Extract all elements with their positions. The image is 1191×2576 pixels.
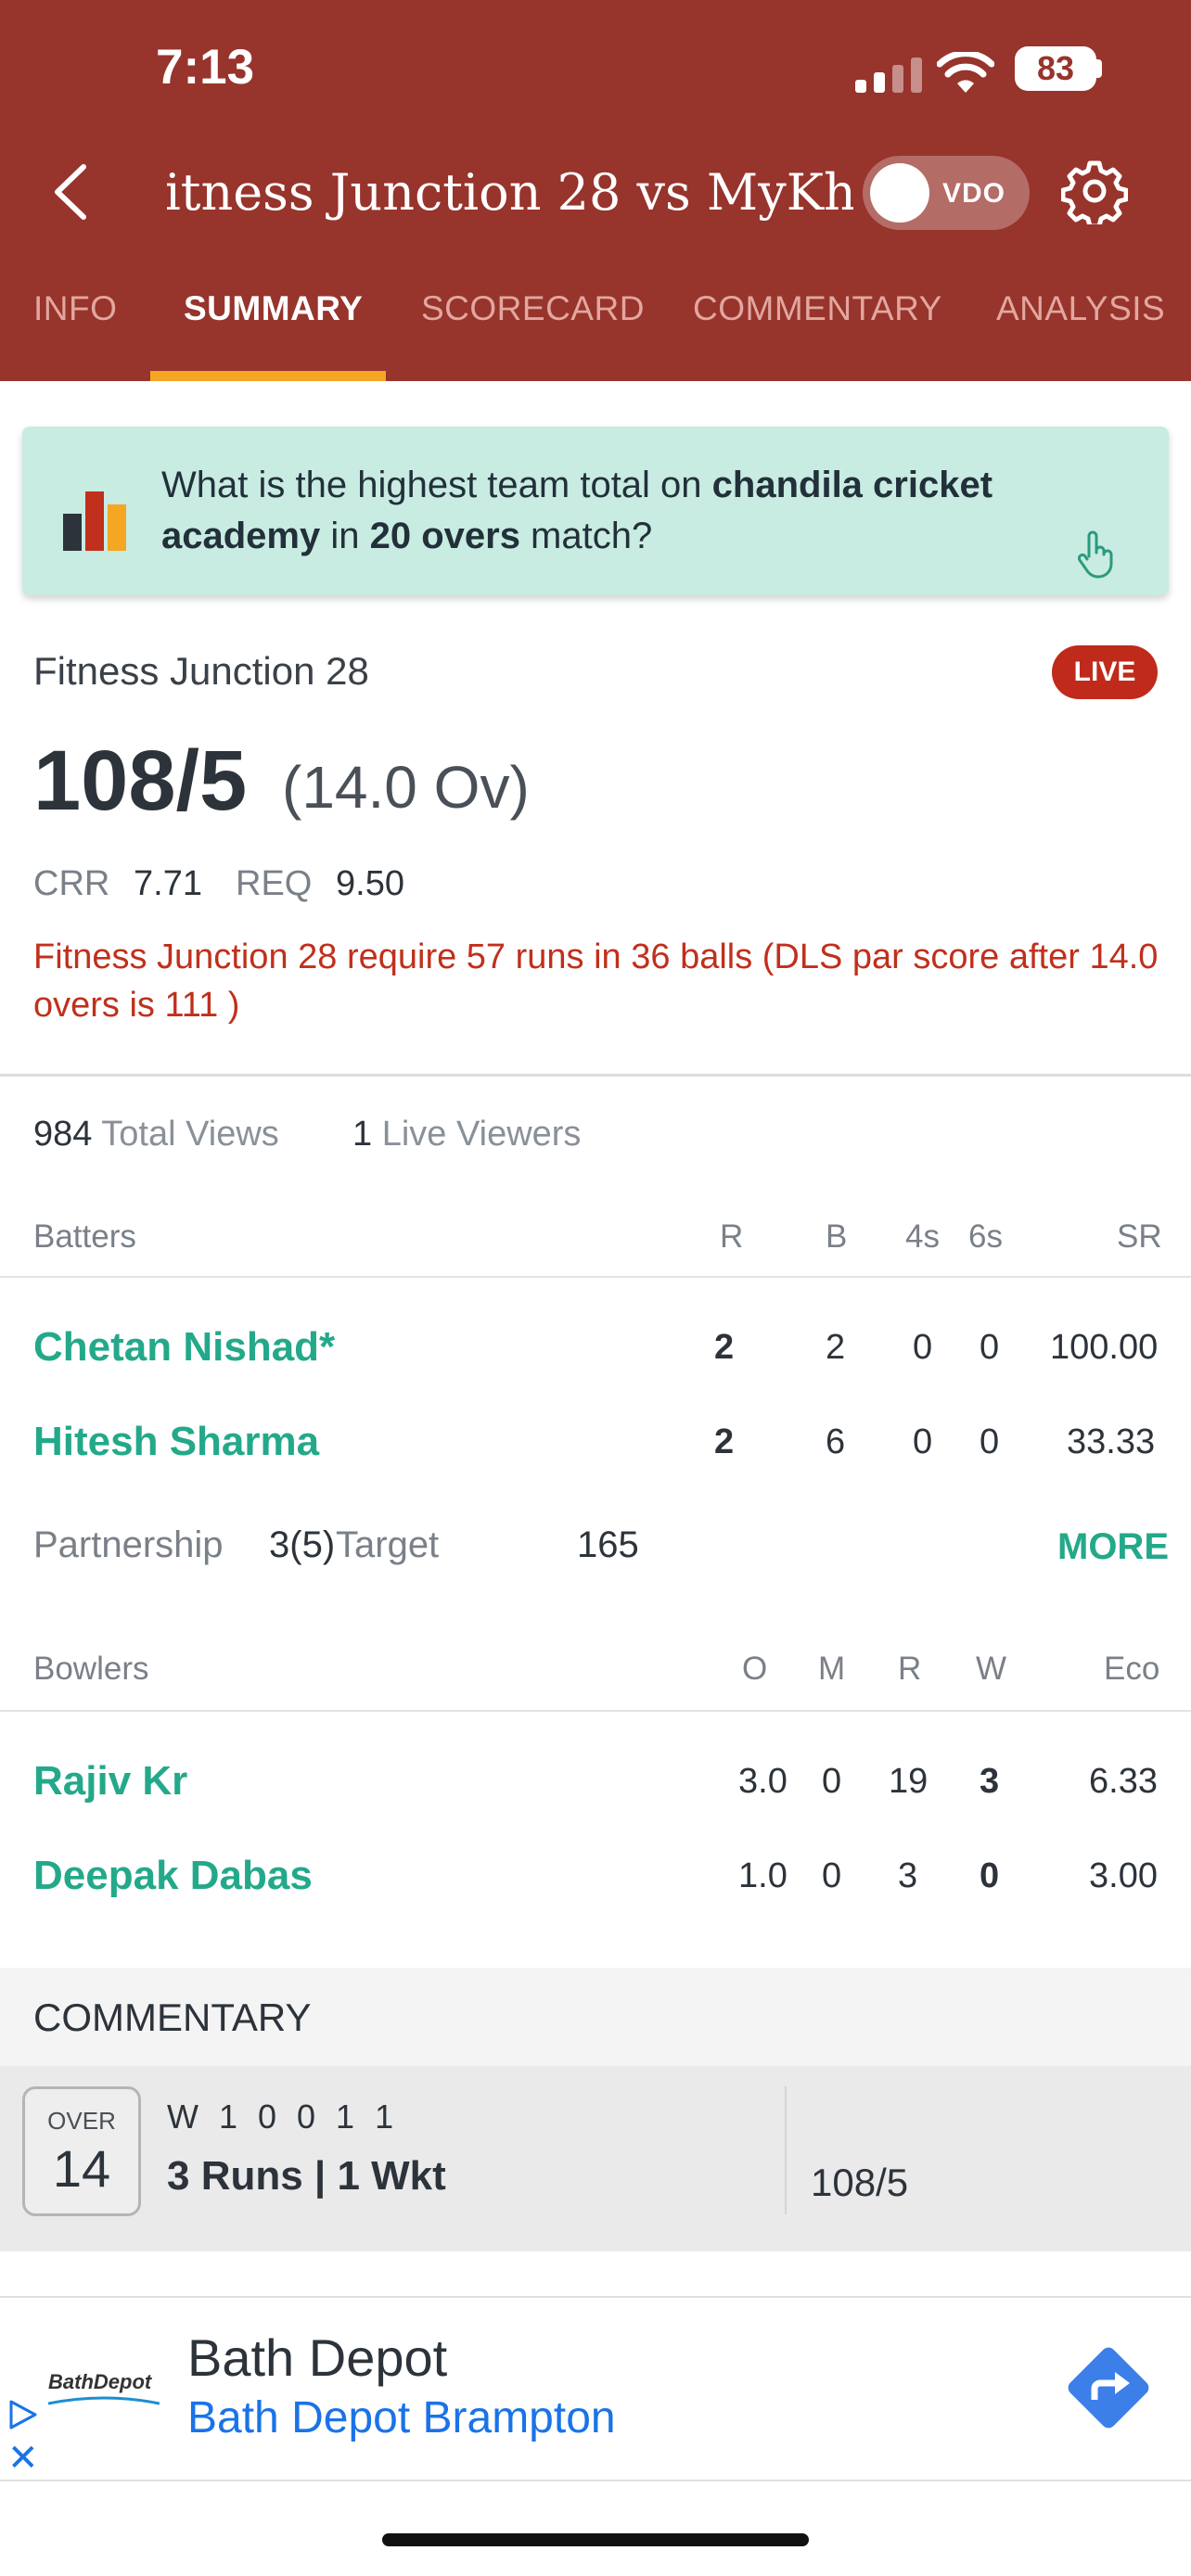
match-title-container: Fitness Junction 28 vs MyKhataExpert War… [167, 156, 853, 230]
video-toggle-knob[interactable] [870, 163, 929, 223]
tap-hand-icon [1077, 530, 1113, 579]
partnership-label: Partnership [33, 1524, 224, 1565]
live-viewers: 1 Live Viewers [352, 1115, 581, 1154]
batter-runs: 2 [714, 1422, 735, 1461]
bowler-runs: 3 [898, 1856, 918, 1895]
video-toggle-label: VDO [942, 178, 1006, 209]
total-views-count: 984 [33, 1115, 93, 1154]
table-divider [0, 1710, 1191, 1712]
total-views-label: Total Views [101, 1115, 279, 1154]
bowler-maidens: 0 [822, 1856, 842, 1895]
batting-team-name: Fitness Junction 28 [33, 649, 369, 693]
table-divider [0, 1276, 1191, 1278]
bar-chart-icon [63, 491, 126, 551]
batter-balls: 2 [826, 1328, 846, 1367]
ad-banner[interactable] [0, 2296, 1191, 2481]
close-ad-icon[interactable]: ✕ [7, 2437, 39, 2480]
advertiser-logo: BathDepot [48, 2370, 152, 2393]
tab-analysis[interactable]: ANALYSIS [996, 289, 1165, 328]
over-end-score: 108/5 [811, 2161, 909, 2204]
ad-choices-icon[interactable] [6, 2398, 39, 2431]
bowler-economy: 6.33 [1089, 1762, 1158, 1801]
divider [785, 2086, 787, 2214]
batters-header-4s: 4s [905, 1218, 940, 1255]
logo-swoosh [48, 2396, 160, 2405]
partnership-value: 3(5) [269, 1524, 336, 1565]
battery-indicator: 83 [1015, 46, 1096, 91]
batters-header-r: R [720, 1218, 744, 1255]
team-score: 108/5 [33, 733, 248, 828]
quiz-format: 20 overs [369, 516, 520, 556]
bowler-economy: 3.00 [1089, 1856, 1158, 1895]
quiz-text-part: What is the highest team total on [161, 465, 712, 505]
bowlers-header-o: O [742, 1651, 768, 1687]
status-time: 7:13 [156, 40, 255, 95]
target-value: 165 [577, 1524, 639, 1565]
batter-fours: 0 [913, 1328, 933, 1367]
commentary-title: COMMENTARY [33, 1996, 312, 2039]
bowler-wickets: 3 [980, 1762, 1000, 1801]
over-number: 14 [52, 2139, 111, 2198]
back-arrow-icon[interactable] [48, 159, 95, 224]
bowlers-header: Bowlers [33, 1651, 149, 1687]
live-badge: LIVE [1052, 645, 1158, 699]
bowler-wickets: 0 [980, 1856, 1000, 1895]
batter-runs: 2 [714, 1328, 735, 1367]
bowlers-header-m: M [818, 1651, 846, 1687]
batters-header-6s: 6s [968, 1218, 1003, 1255]
ball-by-ball: W 1 0 0 1 1 [167, 2098, 400, 2136]
tab-summary[interactable]: SUMMARY [184, 289, 363, 328]
bowler-maidens: 0 [822, 1762, 842, 1801]
quiz-text-part: in [320, 516, 370, 556]
over-label: OVER [47, 2107, 116, 2135]
more-button[interactable]: MORE [1057, 1526, 1169, 1568]
bowlers-header-eco: Eco [1104, 1651, 1160, 1687]
directions-icon[interactable] [1057, 2337, 1159, 2439]
batters-header: Batters [33, 1218, 136, 1255]
live-viewers-label: Live Viewers [381, 1115, 582, 1154]
bowler-name[interactable]: Deepak Dabas [33, 1853, 313, 1899]
battery-nub [1096, 59, 1102, 78]
total-views: 984 Total Views [33, 1115, 279, 1154]
wifi-icon [937, 52, 994, 93]
overs-bowled: (14.0 Ov) [282, 754, 530, 821]
crr-label: CRR [33, 864, 110, 903]
batter-strike-rate: 100.00 [1050, 1328, 1159, 1367]
batter-name[interactable]: Chetan Nishad* [33, 1324, 335, 1371]
quiz-text-part: match? [519, 516, 653, 556]
req-value: 9.50 [336, 864, 404, 903]
batters-header-sr: SR [1117, 1218, 1162, 1255]
tab-commentary[interactable]: COMMENTARY [693, 289, 942, 328]
batter-fours: 0 [913, 1422, 933, 1461]
active-tab-indicator [150, 371, 386, 381]
batter-sixes: 0 [980, 1328, 1000, 1367]
bowlers-header-r: R [898, 1651, 922, 1687]
batter-name[interactable]: Hitesh Sharma [33, 1419, 319, 1465]
match-requirement: Fitness Junction 28 require 57 runs in 3… [33, 937, 1159, 1025]
bowler-overs: 3.0 [738, 1762, 788, 1801]
bowler-overs: 1.0 [738, 1856, 788, 1895]
live-viewers-count: 1 [352, 1115, 373, 1154]
ad-title[interactable]: Bath Depot [187, 2327, 447, 2388]
match-title: Fitness Junction 28 vs MyKhataExpert War… [167, 163, 853, 222]
bowler-name[interactable]: Rajiv Kr [33, 1758, 187, 1804]
req-label: REQ [236, 864, 313, 903]
divider [0, 1074, 1191, 1077]
batter-strike-rate: 33.33 [1067, 1422, 1156, 1461]
crr-value: 7.71 [134, 864, 202, 903]
cellular-signal-icon [855, 57, 922, 93]
batters-header-b: B [826, 1218, 848, 1255]
ad-subtitle[interactable]: Bath Depot Brampton [187, 2392, 616, 2443]
over-summary: 3 Runs | 1 Wkt [167, 2153, 446, 2199]
quiz-question[interactable]: What is the highest team total on chandi… [161, 460, 1052, 562]
tab-info[interactable]: INFO [33, 289, 117, 328]
home-indicator[interactable] [382, 2533, 809, 2546]
batter-balls: 6 [826, 1422, 846, 1461]
tab-scorecard[interactable]: SCORECARD [421, 289, 645, 328]
batter-sixes: 0 [980, 1422, 1000, 1461]
bowler-runs: 19 [889, 1762, 928, 1801]
target-label: Target [336, 1524, 440, 1565]
bowlers-header-w: W [976, 1651, 1007, 1687]
gear-icon[interactable] [1061, 158, 1128, 224]
